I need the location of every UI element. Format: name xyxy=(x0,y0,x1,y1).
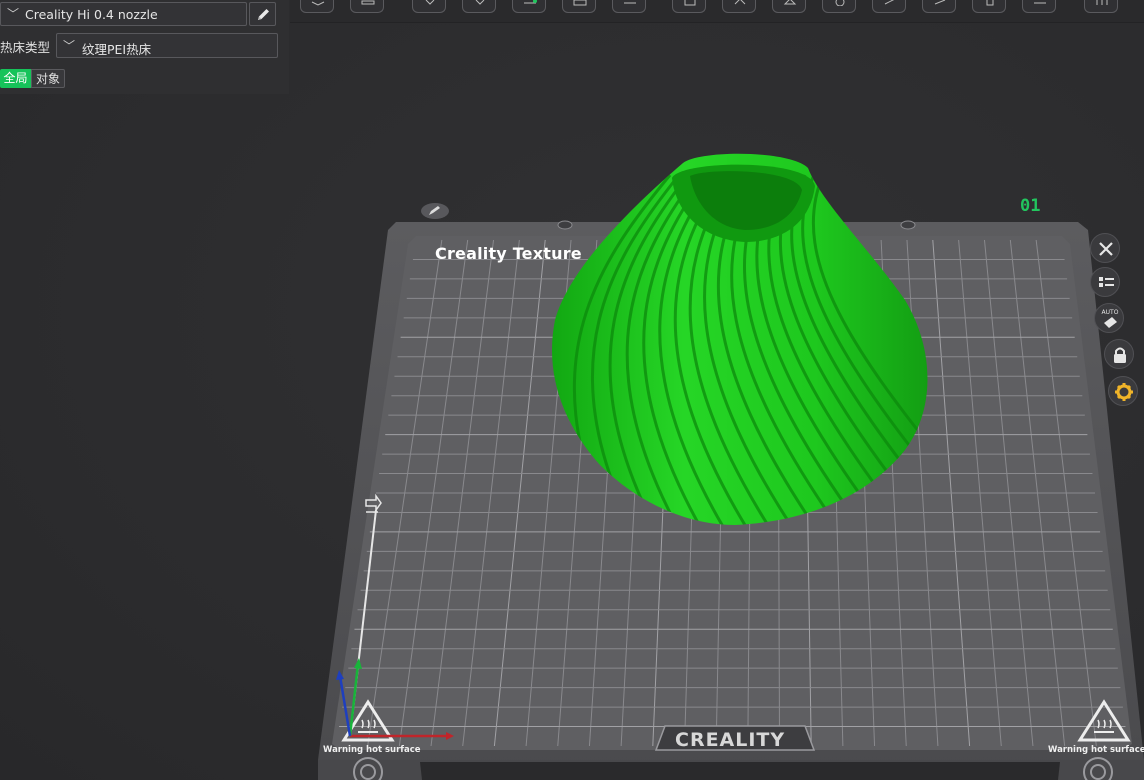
list-icon xyxy=(1099,277,1114,287)
warning-text-left: Warning hot surface xyxy=(323,745,421,755)
auto-arrange-button[interactable]: AUTO xyxy=(1094,303,1124,333)
warning-text-right: Warning hot surface xyxy=(1048,745,1144,755)
plate-label: Creality Texture xyxy=(435,244,582,263)
plate-settings-button[interactable] xyxy=(1108,376,1138,406)
plate-number: 01 xyxy=(1020,196,1041,216)
edit-plate-icon[interactable] xyxy=(421,203,449,219)
svg-text:AUTO: AUTO xyxy=(1102,309,1119,316)
close-icon xyxy=(1099,242,1113,256)
auto-arrange-icon: AUTO xyxy=(1102,309,1119,328)
build-plate-scene xyxy=(318,153,1144,780)
brand-text: CREALITY xyxy=(675,729,786,751)
lock-icon xyxy=(1114,347,1126,363)
plate-list-button[interactable] xyxy=(1090,267,1120,297)
close-plate-button[interactable] xyxy=(1090,233,1120,263)
lock-plate-button[interactable] xyxy=(1104,339,1134,369)
gear-icon xyxy=(1115,383,1133,401)
